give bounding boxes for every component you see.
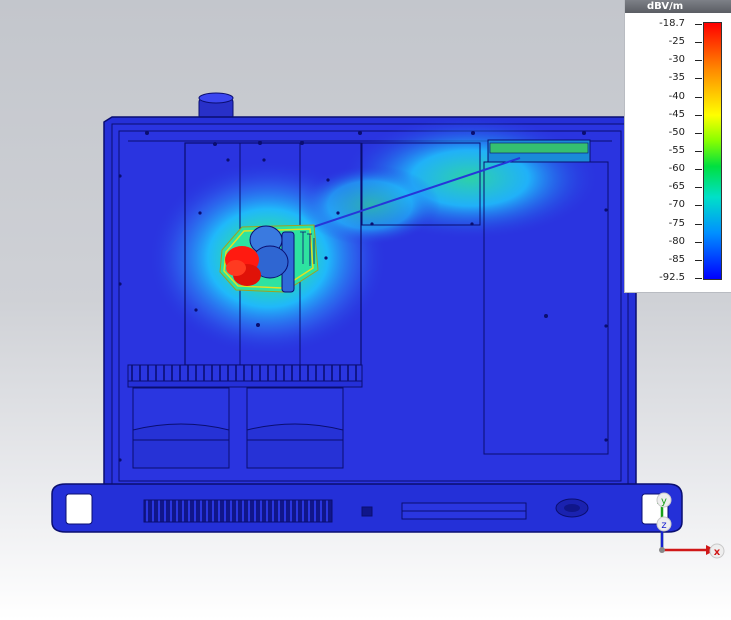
chassis-field-scene (51, 92, 683, 533)
legend-tick-mark (695, 151, 702, 152)
color-legend: dBV/m -18.7 -25 -30 -35 -40 -45 -50 -55 -60 -65 -7… (624, 0, 731, 293)
legend-tick-mark (695, 96, 702, 98)
legend-tick-label: -18.7 (659, 18, 685, 29)
legend-tick-mark (695, 60, 702, 62)
legend-tick-label: -92.5 (659, 272, 685, 283)
legend-tick-label: -50 (668, 126, 685, 138)
legend-tick-label: -40 (668, 90, 685, 102)
legend-tick-label: -35 (668, 72, 685, 84)
legend-tick-mark (695, 114, 702, 116)
legend-color-bar (703, 22, 722, 280)
connector-knob (198, 92, 234, 121)
legend-tick-label: -70 (668, 199, 685, 211)
legend-tick-label: -45 (668, 108, 685, 120)
legend-tick-mark (695, 278, 702, 279)
heatsink (127, 364, 363, 388)
axis-label-x: x (709, 543, 725, 559)
3d-viewport[interactable]: dBV/m -18.7 -25 -30 -35 -40 -45 -50 -55 -60 -65 -7… (0, 0, 731, 620)
legend-tick-label: -55 (668, 145, 685, 156)
axis-label-z: z (656, 516, 672, 532)
legend-tick-label: -60 (668, 163, 685, 175)
legend-tick-mark (695, 78, 702, 80)
svg-text:x: x (714, 547, 721, 558)
legend-tick-mark (695, 187, 702, 189)
legend-tick-mark (695, 169, 702, 171)
svg-text:z: z (661, 520, 666, 531)
legend-tick-label: -65 (668, 181, 685, 193)
legend-unit-label: dBV/m (625, 0, 731, 13)
axis-label-y: y (656, 492, 672, 508)
legend-tick-mark (695, 205, 702, 207)
legend-tick-mark (695, 223, 702, 225)
legend-tick-mark (695, 259, 702, 261)
axes-triad: y z x (656, 492, 725, 559)
cooling-fan-right (246, 387, 344, 469)
front-panel (51, 483, 683, 533)
legend-tick-mark (695, 42, 702, 44)
legend-tick-mark (695, 241, 702, 243)
legend-tick-label: -25 (668, 36, 685, 48)
legend-tick-label: -80 (668, 235, 685, 247)
legend-tick-mark (695, 24, 702, 25)
legend-tick-label: -75 (668, 217, 685, 229)
legend-tick-label: -85 (668, 253, 685, 265)
legend-tick-mark (695, 132, 702, 134)
svg-text:y: y (661, 496, 667, 507)
legend-tick-label: -30 (668, 54, 685, 66)
cooling-fan-left (132, 387, 230, 469)
